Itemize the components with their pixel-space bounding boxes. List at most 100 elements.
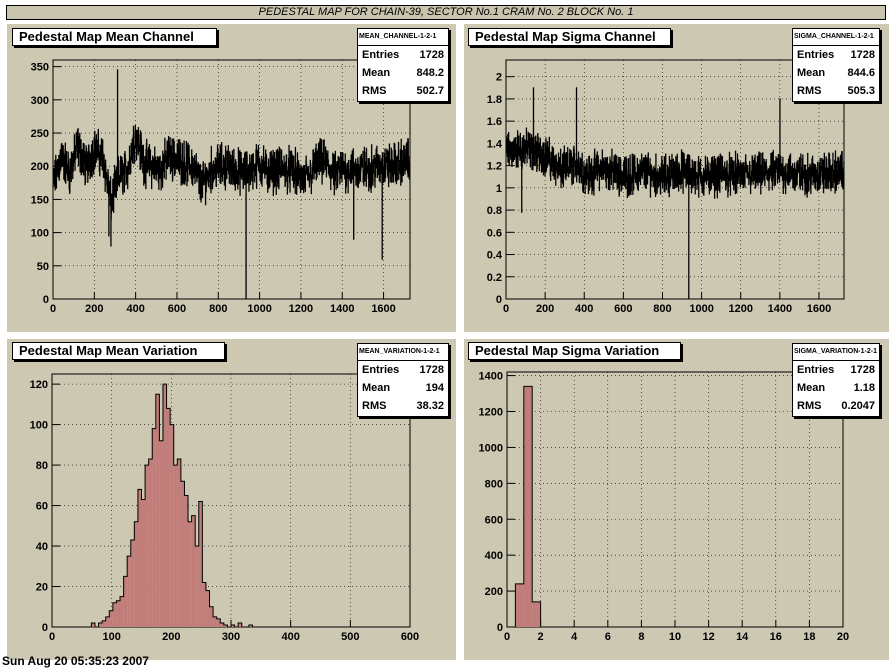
y-tick-label: 300 [31, 95, 49, 107]
y-tick-label: 0 [42, 622, 48, 634]
x-tick-label: 0 [503, 303, 509, 315]
x-tick-label: 200 [162, 631, 180, 643]
histogram-bar [141, 499, 146, 627]
y-tick-label: 1000 [479, 442, 503, 454]
histogram-bar [180, 481, 185, 627]
x-tick-label: 12 [702, 631, 714, 643]
stats-row-mean: Mean 848.2 [362, 67, 444, 79]
y-tick-label: 100 [30, 420, 48, 432]
histogram-bar [191, 515, 196, 627]
y-tick-label: 1.6 [487, 116, 502, 128]
timestamp-footer: Sun Aug 20 05:35:23 2007 [2, 654, 149, 668]
x-tick-label: 0 [49, 631, 55, 643]
y-tick-label: 0 [497, 622, 503, 634]
histogram-bar [137, 489, 142, 627]
stats-row-mean: Mean 194 [362, 382, 444, 394]
x-tick-label: 1600 [371, 303, 395, 315]
x-tick-label: 400 [281, 631, 299, 643]
histogram-bar [159, 440, 163, 627]
histogram-bar [109, 610, 113, 627]
page-title: PEDESTAL MAP FOR CHAIN-39, SECTOR No.1 C… [6, 5, 886, 20]
histogram-bar [170, 424, 174, 627]
stats-row-entries: Entries 1728 [797, 49, 875, 61]
histogram-bar [184, 495, 189, 627]
y-tick-label: 60 [36, 501, 48, 513]
x-tick-label: 500 [341, 631, 359, 643]
stats-row-rms: RMS 38.32 [362, 400, 444, 412]
x-tick-label: 0 [50, 303, 56, 315]
histogram-bar [130, 539, 135, 627]
x-tick-label: 1200 [728, 303, 752, 315]
stats-box: SIGMA_CHANNEL-1-2-1 Entries 1728 Mean 844.… [792, 28, 880, 102]
stats-row-mean: Mean 844.6 [797, 67, 875, 79]
x-tick-label: 18 [803, 631, 815, 643]
x-tick-label: 100 [102, 631, 120, 643]
histogram-bar [173, 465, 178, 627]
histogram-bar [213, 616, 217, 627]
y-tick-label: 1200 [479, 407, 503, 419]
y-tick-label: 800 [485, 478, 503, 490]
x-tick-label: 400 [575, 303, 593, 315]
stats-box: SIGMA_VARIATION-1-2-1 Entries 1728 Mean 1.… [792, 343, 880, 417]
stats-box: MEAN_CHANNEL-1-2-1 Entries 1728 Mean 848.2… [357, 28, 449, 102]
pad-mean-variation: 0 100 200 300 400 500 600 0 20 40 60 80 100 120 Pedes… [7, 339, 456, 660]
x-tick-label: 2 [538, 631, 544, 643]
y-tick-label: 200 [485, 586, 503, 598]
histogram-bar [155, 394, 160, 627]
y-tick-label: 350 [31, 62, 49, 74]
histogram-bar [112, 602, 117, 627]
x-tick-label: 6 [605, 631, 611, 643]
y-tick-label: 120 [30, 379, 48, 391]
y-tick-label: 200 [31, 161, 49, 173]
histogram-bar [220, 622, 224, 627]
stats-row-mean: Mean 1.18 [797, 382, 875, 394]
stats-name: SIGMA_CHANNEL-1-2-1 [793, 29, 879, 46]
panel-title: Pedestal Map Mean Variation [12, 342, 225, 360]
stats-name: SIGMA_VARIATION-1-2-1 [793, 344, 879, 361]
panel-title: Pedestal Map Mean Channel [12, 28, 217, 46]
stats-name: MEAN_VARIATION-1-2-1 [358, 344, 448, 361]
stats-row-rms: RMS 505.3 [797, 85, 875, 97]
x-tick-label: 200 [85, 303, 103, 315]
histogram-bar [145, 465, 149, 627]
stats-row-rms: RMS 502.7 [362, 85, 444, 97]
stats-box: MEAN_VARIATION-1-2-1 Entries 1728 Mean 194… [357, 343, 449, 417]
x-tick-label: 1400 [330, 303, 354, 315]
x-tick-label: 600 [401, 631, 419, 643]
y-tick-label: 0.2 [487, 272, 502, 284]
histogram-bar [195, 546, 199, 627]
histogram-bar [188, 521, 192, 627]
pad-sigma-channel: 0 200 400 600 800 1000 1200 1400 1600 0 0.2 0.4 0.6 0… [464, 24, 889, 332]
x-tick-label: 1600 [807, 303, 831, 315]
y-tick-label: 0 [43, 294, 49, 306]
histogram-bar [152, 428, 156, 627]
histogram-bar [177, 459, 181, 627]
x-tick-label: 200 [536, 303, 554, 315]
x-tick-label: 400 [126, 303, 144, 315]
histogram-bar [127, 556, 131, 627]
x-tick-label: 600 [614, 303, 632, 315]
stats-row-entries: Entries 1728 [797, 364, 875, 376]
y-tick-label: 50 [37, 261, 49, 273]
histogram-bar [105, 616, 110, 627]
panel-title: Pedestal Map Sigma Channel [468, 28, 671, 46]
x-tick-label: 1200 [289, 303, 313, 315]
histogram-bar [102, 620, 106, 627]
x-tick-label: 4 [571, 631, 578, 643]
x-tick-label: 20 [837, 631, 849, 643]
y-tick-label: 1 [496, 183, 502, 195]
histogram-bar [515, 583, 524, 627]
x-tick-label: 0 [504, 631, 510, 643]
histogram-bar [116, 600, 121, 627]
histogram-bar [148, 459, 153, 627]
y-tick-label: 1.8 [487, 94, 502, 106]
histogram-bar [202, 582, 206, 627]
y-tick-label: 80 [36, 460, 48, 472]
x-tick-label: 800 [209, 303, 227, 315]
y-tick-label: 600 [485, 514, 503, 526]
y-tick-label: 100 [31, 228, 49, 240]
y-tick-label: 1.2 [487, 161, 502, 173]
stats-name: MEAN_CHANNEL-1-2-1 [358, 29, 448, 46]
y-tick-label: 2 [496, 72, 502, 84]
x-tick-label: 1000 [247, 303, 271, 315]
